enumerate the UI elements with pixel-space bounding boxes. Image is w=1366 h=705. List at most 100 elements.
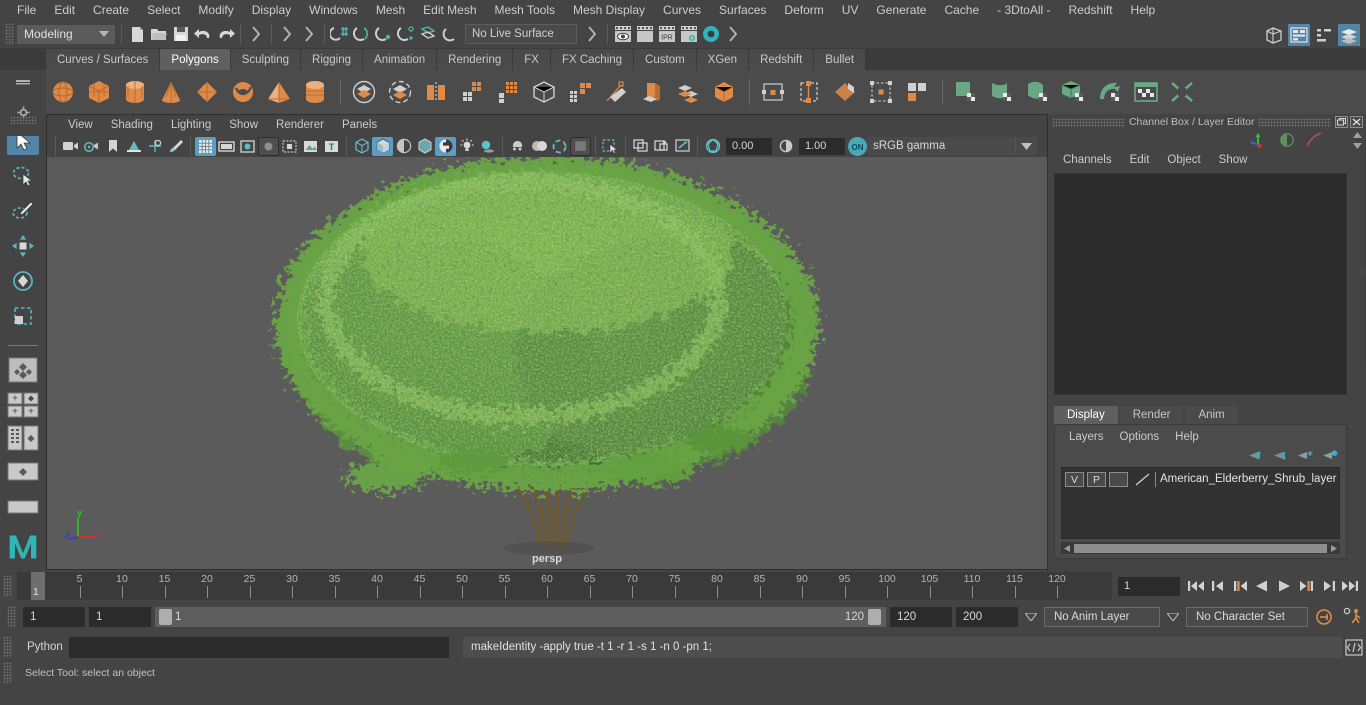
- viewport-menu-lighting[interactable]: Lighting: [162, 117, 220, 133]
- select-by-object-icon[interactable]: [276, 23, 298, 45]
- hud-text-icon[interactable]: T: [321, 137, 342, 156]
- menu-set-selector[interactable]: Modeling: [17, 24, 93, 44]
- range-start-handle[interactable]: [159, 609, 172, 625]
- target-weld-icon[interactable]: [864, 75, 898, 109]
- command-language-label[interactable]: Python: [15, 641, 69, 653]
- bevel-icon[interactable]: [563, 75, 597, 109]
- current-time-indicator[interactable]: 1: [31, 572, 45, 600]
- shelf-scroll-arrows[interactable]: [1350, 120, 1364, 160]
- help-line-grip[interactable]: [3, 662, 12, 684]
- open-scene-icon[interactable]: [148, 23, 170, 45]
- menu-item-display[interactable]: Display: [243, 1, 300, 19]
- menu-item-select[interactable]: Select: [138, 1, 189, 19]
- channel-box-menu-object[interactable]: Object: [1158, 153, 1209, 167]
- menu-item-mesh-tools[interactable]: Mesh Tools: [486, 1, 564, 19]
- persp-outliner-layout-icon[interactable]: [7, 493, 39, 522]
- shelf-tab-animation[interactable]: Animation: [363, 49, 438, 70]
- booleans-icon[interactable]: [455, 75, 489, 109]
- snap-to-curve-icon[interactable]: [351, 23, 373, 45]
- play-forwards-icon[interactable]: [1274, 576, 1294, 596]
- layer-editor-menu-help[interactable]: Help: [1167, 430, 1207, 444]
- shelf-tab-rigging[interactable]: Rigging: [301, 49, 364, 70]
- ipr-render-icon[interactable]: [634, 23, 656, 45]
- uv-cylinder-icon[interactable]: [985, 75, 1019, 109]
- channel-box-list[interactable]: [1054, 173, 1348, 395]
- range-slider-bar[interactable]: 1 120: [155, 607, 886, 627]
- save-scene-icon[interactable]: [170, 23, 192, 45]
- textured-icon[interactable]: [435, 136, 456, 156]
- time-slider[interactable]: 1 5 10 15 20 25 30 35 40 45 50 55 60 65 70 75 80 85 90 95 1…: [17, 572, 1112, 600]
- separate-icon[interactable]: [383, 75, 417, 109]
- select-camera-icon[interactable]: [60, 137, 81, 156]
- diagonal-line-icon[interactable]: [1305, 132, 1323, 148]
- snap-to-grid-icon[interactable]: [329, 23, 351, 45]
- command-result[interactable]: makeIdentity -apply true -t 1 -r 1 -s 1 …: [463, 636, 1342, 658]
- animation-preferences-icon[interactable]: [1340, 607, 1366, 627]
- uv-sphere-icon[interactable]: [1021, 75, 1055, 109]
- menu-item-edit-mesh[interactable]: Edit Mesh: [414, 1, 485, 19]
- camera-attributes-icon[interactable]: [81, 137, 102, 156]
- quad-draw-icon[interactable]: [900, 75, 934, 109]
- play-backwards-icon[interactable]: [1252, 576, 1272, 596]
- menu-set-dropdown-icon[interactable]: [93, 24, 115, 44]
- redo-icon[interactable]: [214, 23, 236, 45]
- poly-prism-icon[interactable]: [298, 75, 332, 109]
- layer-editor-menu-options[interactable]: Options: [1112, 430, 1168, 444]
- shelf-tab-redshift[interactable]: Redshift: [749, 49, 815, 70]
- status-line-grip[interactable]: [5, 23, 14, 45]
- image-plane-display-icon[interactable]: [300, 137, 321, 156]
- shelf-tab-fx-caching[interactable]: FX Caching: [550, 49, 635, 70]
- rotate-tool-icon[interactable]: [7, 267, 39, 296]
- layer-list[interactable]: V P American_Elderberry_Shrub_layer: [1061, 467, 1341, 539]
- move-layer-up-icon[interactable]: [1246, 449, 1263, 462]
- make-live-icon[interactable]: [439, 23, 461, 45]
- range-slider-grip[interactable]: [7, 606, 16, 628]
- move-layer-down-icon[interactable]: [1271, 449, 1288, 462]
- scale-tool-icon[interactable]: [7, 302, 39, 331]
- anim-layer-chevron-down-icon[interactable]: [1022, 607, 1040, 627]
- channel-box-menu-show[interactable]: Show: [1210, 153, 1257, 167]
- menu-item-generate[interactable]: Generate: [867, 1, 935, 19]
- viewport-menu-view[interactable]: View: [59, 117, 102, 133]
- menu-item-help[interactable]: Help: [1122, 1, 1165, 19]
- wireframe-icon[interactable]: [351, 137, 372, 156]
- layer-color-swatch[interactable]: [1134, 472, 1152, 487]
- multisample-icon[interactable]: [549, 137, 570, 156]
- single-perspective-layout-icon[interactable]: [7, 458, 39, 487]
- viewport-menu-show[interactable]: Show: [220, 117, 267, 133]
- undo-icon[interactable]: [192, 23, 214, 45]
- outliner-layout-icon[interactable]: [7, 424, 39, 451]
- image-plane-icon[interactable]: [123, 137, 144, 156]
- resolution-gate-icon[interactable]: [237, 137, 258, 156]
- step-forward-keyframe-icon[interactable]: [1318, 576, 1338, 596]
- depth-peeling-icon[interactable]: [570, 136, 591, 156]
- viewport-menu-shading[interactable]: Shading: [102, 117, 162, 133]
- viewport-3d[interactable]: y x z persp: [47, 157, 1047, 569]
- go-to-start-icon[interactable]: [1186, 576, 1206, 596]
- shadows-icon[interactable]: [477, 137, 498, 156]
- live-surface-field[interactable]: No Live Surface: [465, 24, 577, 44]
- paint-effects-icon[interactable]: [165, 137, 186, 156]
- uv-plane-icon[interactable]: [949, 75, 983, 109]
- shelf-tab-bullet[interactable]: Bullet: [814, 49, 867, 70]
- viewport-menu-renderer[interactable]: Renderer: [267, 117, 333, 133]
- gamma-value[interactable]: 1.00: [799, 137, 845, 155]
- shelf-tab-fx[interactable]: FX: [513, 49, 551, 70]
- layer-editor-tab-render[interactable]: Render: [1119, 406, 1184, 424]
- paint-select-tool-icon[interactable]: [7, 196, 39, 225]
- flat-shade-icon[interactable]: [414, 137, 435, 156]
- uv-cube-icon[interactable]: [1057, 75, 1091, 109]
- menu-item-windows[interactable]: Windows: [300, 1, 367, 19]
- snap-to-view-plane-icon[interactable]: [417, 23, 439, 45]
- sculpt-tool-icon[interactable]: [599, 75, 633, 109]
- menu-item-curves[interactable]: Curves: [654, 1, 710, 19]
- attribute-editor-icon[interactable]: [1313, 24, 1335, 46]
- poly-cylinder-icon[interactable]: [118, 75, 152, 109]
- tool-settings-icon[interactable]: [1338, 24, 1360, 46]
- step-back-keyframe-icon[interactable]: [1208, 576, 1228, 596]
- shelf-tab-polygons[interactable]: Polygons: [160, 49, 231, 70]
- menu-item-create[interactable]: Create: [84, 1, 138, 19]
- layer-list-scrollbar[interactable]: [1061, 542, 1341, 554]
- bridge-icon[interactable]: [707, 75, 741, 109]
- uv-automatic-icon[interactable]: [1093, 75, 1127, 109]
